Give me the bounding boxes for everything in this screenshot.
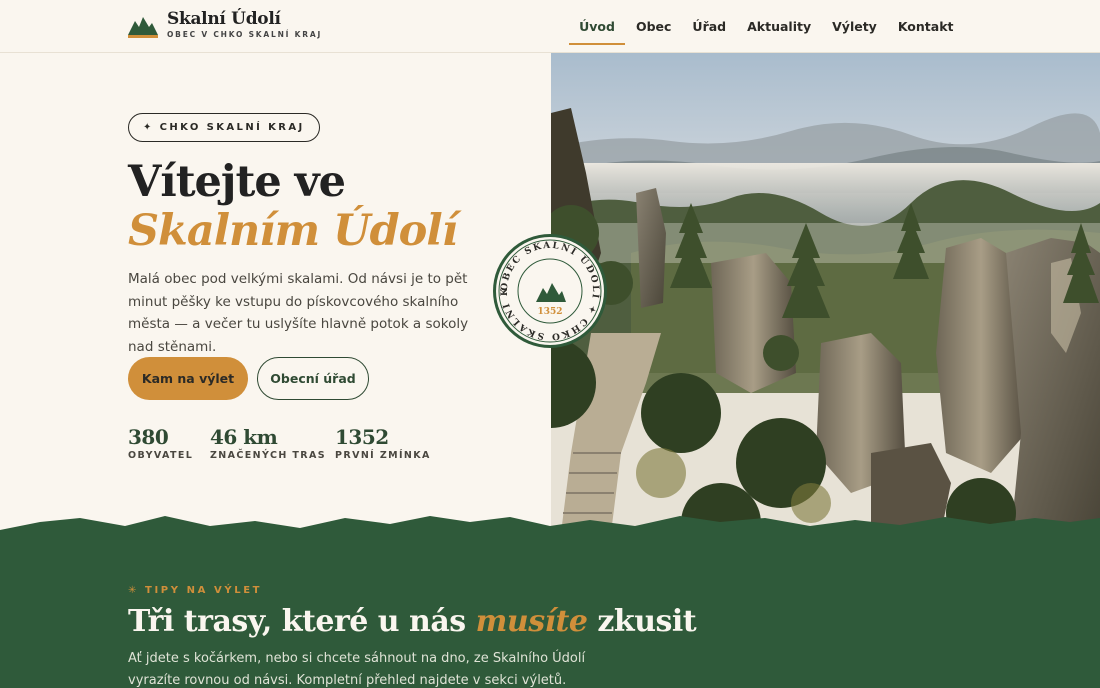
stat-first-mention: 1352 PRVNÍ ZMÍNKA [335, 425, 431, 461]
tips-description: Ať jdete s kočárkem, nebo si chcete sáhn… [128, 651, 586, 688]
nav-item-obec[interactable]: Obec [625, 0, 681, 53]
stat-trails: 46 km ZNAČENÝCH TRAS [210, 425, 326, 461]
hero-description: Malá obec pod velkými skalami. Od návsi … [128, 271, 469, 355]
nav-item-aktuality[interactable]: Aktuality [737, 0, 822, 53]
nav-item-vylety[interactable]: Výlety [822, 0, 888, 53]
stat-value: 46 km [210, 425, 278, 449]
tips-title: Tři trasy, které u nás musíte zkusit [128, 604, 697, 639]
nav-item-kontakt[interactable]: Kontakt [887, 0, 964, 53]
tips-kicker: ✳ TIPY NA VÝLET [128, 585, 263, 596]
tips-title-text: Tři trasy, které u nás [128, 604, 476, 639]
stat-label: ZNAČENÝCH TRAS [210, 450, 326, 461]
tips-title-text-end: zkusit [587, 604, 697, 639]
site-header: Skalní Údolí OBEC V CHKO SKALNÍ KRAJ Úvo… [0, 0, 1100, 53]
tips-title-accent: musíte [475, 604, 588, 639]
hero-title-accent: Skalním Údolí [128, 206, 458, 256]
hero-title: Vítejte ve Skalním Údolí [128, 158, 528, 256]
site-subtitle: OBEC V CHKO SKALNÍ KRAJ [167, 30, 323, 39]
stat-label: PRVNÍ ZMÍNKA [335, 450, 431, 461]
hero-title-text: Vítejte ve [128, 157, 346, 207]
hero-landscape-image [551, 53, 1100, 533]
stat-value: 1352 [335, 425, 389, 449]
chko-badge: ✦ CHKO SKALNÍ KRAJ [128, 113, 320, 142]
municipal-office-button[interactable]: Obecní úřad [257, 357, 369, 400]
seal-year: 1352 [537, 307, 562, 317]
nav-item-urad[interactable]: Úřad [682, 0, 737, 53]
stat-label: OBYVATEL [128, 450, 194, 461]
stat-value: 380 [128, 425, 169, 449]
main-nav: Úvod Obec Úřad Aktuality Výlety Kontakt [568, 0, 964, 53]
mountain-logo-icon[interactable] [128, 13, 158, 39]
stat-residents: 380 OBYVATEL [128, 425, 193, 461]
village-seal-icon: OBEC SKALNÍ ÚDOLÍ ✦ CHKO SKALNÍ KRAJ ✦ 1… [492, 233, 607, 348]
trip-button[interactable]: Kam na výlet [128, 357, 248, 400]
nav-item-uvod[interactable]: Úvod [568, 0, 626, 53]
site-title[interactable]: Skalní Údolí [167, 9, 281, 29]
